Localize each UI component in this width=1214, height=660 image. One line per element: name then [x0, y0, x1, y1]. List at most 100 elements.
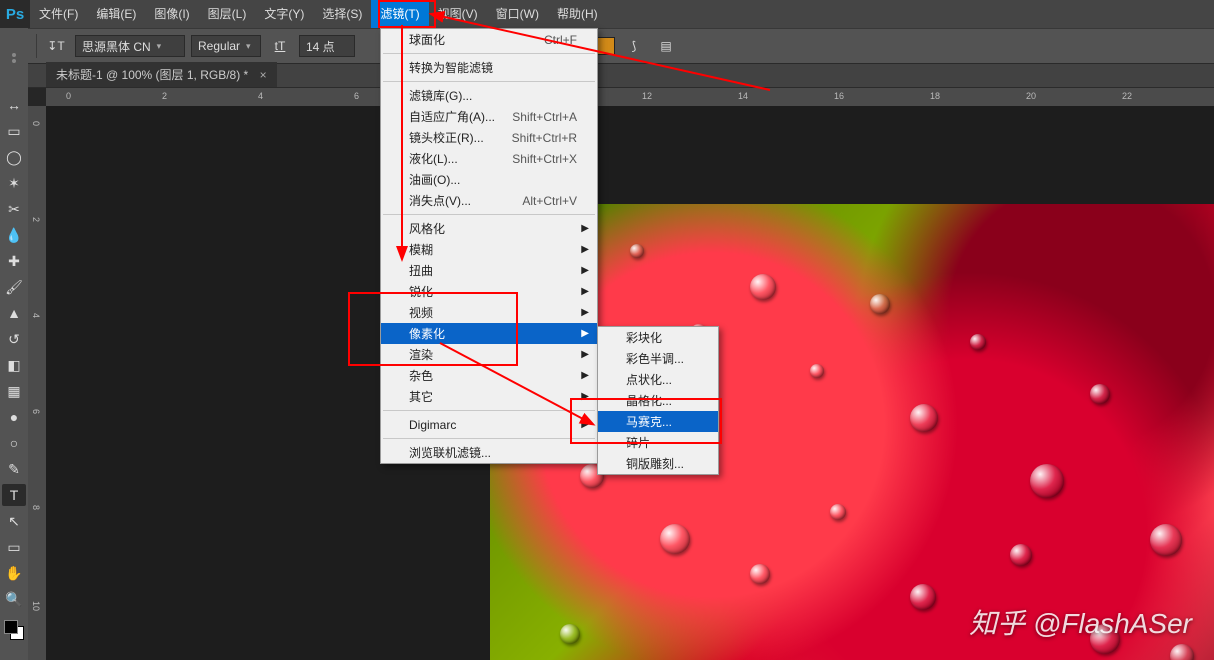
submenu-item-碎片[interactable]: 碎片 — [598, 432, 718, 453]
menu-item-像素化[interactable]: 像素化▶ — [381, 323, 597, 344]
submenu-arrow-icon: ▶ — [581, 244, 589, 255]
brush-tool[interactable]: 🖌 — [2, 276, 26, 298]
history-brush-tool[interactable]: ↺ — [2, 328, 26, 350]
menu-item-Digimarc[interactable]: Digimarc▶ — [381, 414, 597, 435]
submenu-arrow-icon: ▶ — [581, 328, 589, 339]
menu-视图[interactable]: 视图(V) — [429, 0, 487, 28]
hand-tool[interactable]: ✋ — [2, 562, 26, 584]
water-drop — [830, 504, 846, 520]
font-size-select[interactable]: 14 点 — [299, 35, 355, 57]
menu-item-转换为智能滤镜[interactable]: 转换为智能滤镜 — [381, 57, 597, 78]
water-drop — [560, 624, 580, 644]
submenu-item-彩块化[interactable]: 彩块化 — [598, 327, 718, 348]
menu-窗口[interactable]: 窗口(W) — [487, 0, 548, 28]
path-selection-tool[interactable]: ↖ — [2, 510, 26, 532]
font-style-select[interactable]: Regular▾ — [191, 35, 261, 57]
menu-文字[interactable]: 文字(Y) — [255, 0, 313, 28]
rectangle-tool[interactable]: ▭ — [2, 536, 26, 558]
menu-item-其它[interactable]: 其它▶ — [381, 386, 597, 407]
menu-item-视频[interactable]: 视频▶ — [381, 302, 597, 323]
move-tool[interactable]: ↔ — [2, 94, 26, 116]
eyedropper-tool[interactable]: 💧 — [2, 224, 26, 246]
menu-item-浏览联机滤镜[interactable]: 浏览联机滤镜... — [381, 442, 597, 463]
healing-brush-tool[interactable]: ✚ — [2, 250, 26, 272]
submenu-item-点状化[interactable]: 点状化... — [598, 369, 718, 390]
font-size-icon: tT — [267, 33, 293, 59]
submenu-item-晶格化[interactable]: 晶格化... — [598, 390, 718, 411]
ruler-tick: 6 — [31, 409, 41, 414]
water-drop — [750, 564, 770, 584]
menu-item-锐化[interactable]: 锐化▶ — [381, 281, 597, 302]
menu-编辑[interactable]: 编辑(E) — [87, 0, 145, 28]
crop-tool[interactable]: ✂ — [2, 198, 26, 220]
menu-文件[interactable]: 文件(F) — [30, 0, 87, 28]
menu-item-label: 模糊 — [409, 241, 433, 258]
pen-tool[interactable]: ✎ — [2, 458, 26, 480]
ruler-tick: 20 — [1026, 91, 1036, 101]
blur-tool[interactable]: ● — [2, 406, 26, 428]
menu-item-杂色[interactable]: 杂色▶ — [381, 365, 597, 386]
menu-separator — [383, 214, 595, 215]
menu-item-label: 自适应广角(A)... — [409, 108, 495, 125]
water-drop — [910, 404, 938, 432]
menu-item-扭曲[interactable]: 扭曲▶ — [381, 260, 597, 281]
document-title: 未标题-1 @ 100% (图层 1, RGB/8) * — [56, 68, 248, 82]
menu-item-模糊[interactable]: 模糊 ▶ — [381, 239, 597, 260]
ruler-tick: 4 — [31, 313, 41, 318]
chevron-down-icon: ▾ — [246, 41, 251, 52]
warp-text-icon[interactable]: ⟆ — [621, 33, 647, 59]
document-tab[interactable]: 未标题-1 @ 100% (图层 1, RGB/8) * × — [46, 62, 277, 87]
menu-帮助[interactable]: 帮助(H) — [548, 0, 607, 28]
ruler-tick: 14 — [738, 91, 748, 101]
water-drop — [1010, 544, 1032, 566]
menu-item-label: 视频 — [409, 304, 433, 321]
water-drop — [750, 274, 776, 300]
water-drop — [660, 524, 690, 554]
submenu-item-铜版雕刻[interactable]: 铜版雕刻... — [598, 453, 718, 474]
menu-选择[interactable]: 选择(S) — [313, 0, 371, 28]
ruler-horizontal: 024681012141618202224 — [46, 88, 1214, 106]
menu-item-label: Digimarc — [409, 418, 456, 432]
clone-stamp-tool[interactable]: ▲ — [2, 302, 26, 324]
dodge-tool[interactable]: ○ — [2, 432, 26, 454]
menu-item-风格化[interactable]: 风格化▶ — [381, 218, 597, 239]
ruler-tick: 12 — [642, 91, 652, 101]
menu-item-液化L[interactable]: 液化(L)...Shift+Ctrl+X — [381, 148, 597, 169]
font-family-value: 思源黑体 CN — [82, 38, 151, 55]
filter-menu-dropdown: 球面化Ctrl+F 转换为智能滤镜滤镜库(G)...自适应广角(A)...Shif… — [380, 28, 598, 464]
marquee-tool[interactable]: ▭ — [2, 120, 26, 142]
panel-grip[interactable] — [0, 28, 28, 88]
menu-item-滤镜库G[interactable]: 滤镜库(G)... — [381, 85, 597, 106]
menu-图层[interactable]: 图层(L) — [199, 0, 256, 28]
ruler-tick: 10 — [31, 601, 41, 611]
ruler-tick: 2 — [162, 91, 167, 101]
menu-item-油画O[interactable]: 油画(O)... — [381, 169, 597, 190]
panel-toggle-icon[interactable]: ▤ — [653, 33, 679, 59]
menu-滤镜[interactable]: 滤镜(T) — [371, 0, 428, 28]
font-family-select[interactable]: 思源黑体 CN▾ — [75, 35, 185, 57]
pixelate-submenu: 彩块化彩色半调...点状化...晶格化...马赛克...碎片铜版雕刻... — [597, 326, 719, 475]
menu-item-镜头校正R[interactable]: 镜头校正(R)...Shift+Ctrl+R — [381, 127, 597, 148]
gradient-tool[interactable]: ▦ — [2, 380, 26, 402]
lasso-tool[interactable]: ◯ — [2, 146, 26, 168]
menu-item-label: 浏览联机滤镜... — [409, 444, 491, 461]
menu-图像[interactable]: 图像(I) — [145, 0, 198, 28]
menu-shortcut: Ctrl+F — [544, 33, 577, 47]
close-icon[interactable]: × — [260, 68, 267, 82]
menu-item-渲染[interactable]: 渲染▶ — [381, 344, 597, 365]
type-tool[interactable]: T — [2, 484, 26, 506]
menu-item-自适应广角A[interactable]: 自适应广角(A)...Shift+Ctrl+A — [381, 106, 597, 127]
water-drop — [910, 584, 936, 610]
zoom-tool[interactable]: 🔍 — [2, 588, 26, 610]
menu-item-label: 镜头校正(R)... — [409, 129, 484, 146]
submenu-item-马赛克[interactable]: 马赛克... — [598, 411, 718, 432]
menu-bar: Ps 文件(F)编辑(E)图像(I)图层(L)文字(Y)选择(S)滤镜(T)视图… — [0, 0, 1214, 28]
eraser-tool[interactable]: ◧ — [2, 354, 26, 376]
magic-wand-tool[interactable]: ✶ — [2, 172, 26, 194]
text-orientation-icon[interactable]: ↧T — [43, 33, 69, 59]
menu-item-球面化[interactable]: 球面化Ctrl+F — [381, 29, 597, 50]
submenu-item-label: 彩块化 — [626, 329, 662, 346]
submenu-item-彩色半调[interactable]: 彩色半调... — [598, 348, 718, 369]
menu-item-消失点V[interactable]: 消失点(V)...Alt+Ctrl+V — [381, 190, 597, 211]
color-chips[interactable] — [2, 618, 26, 642]
